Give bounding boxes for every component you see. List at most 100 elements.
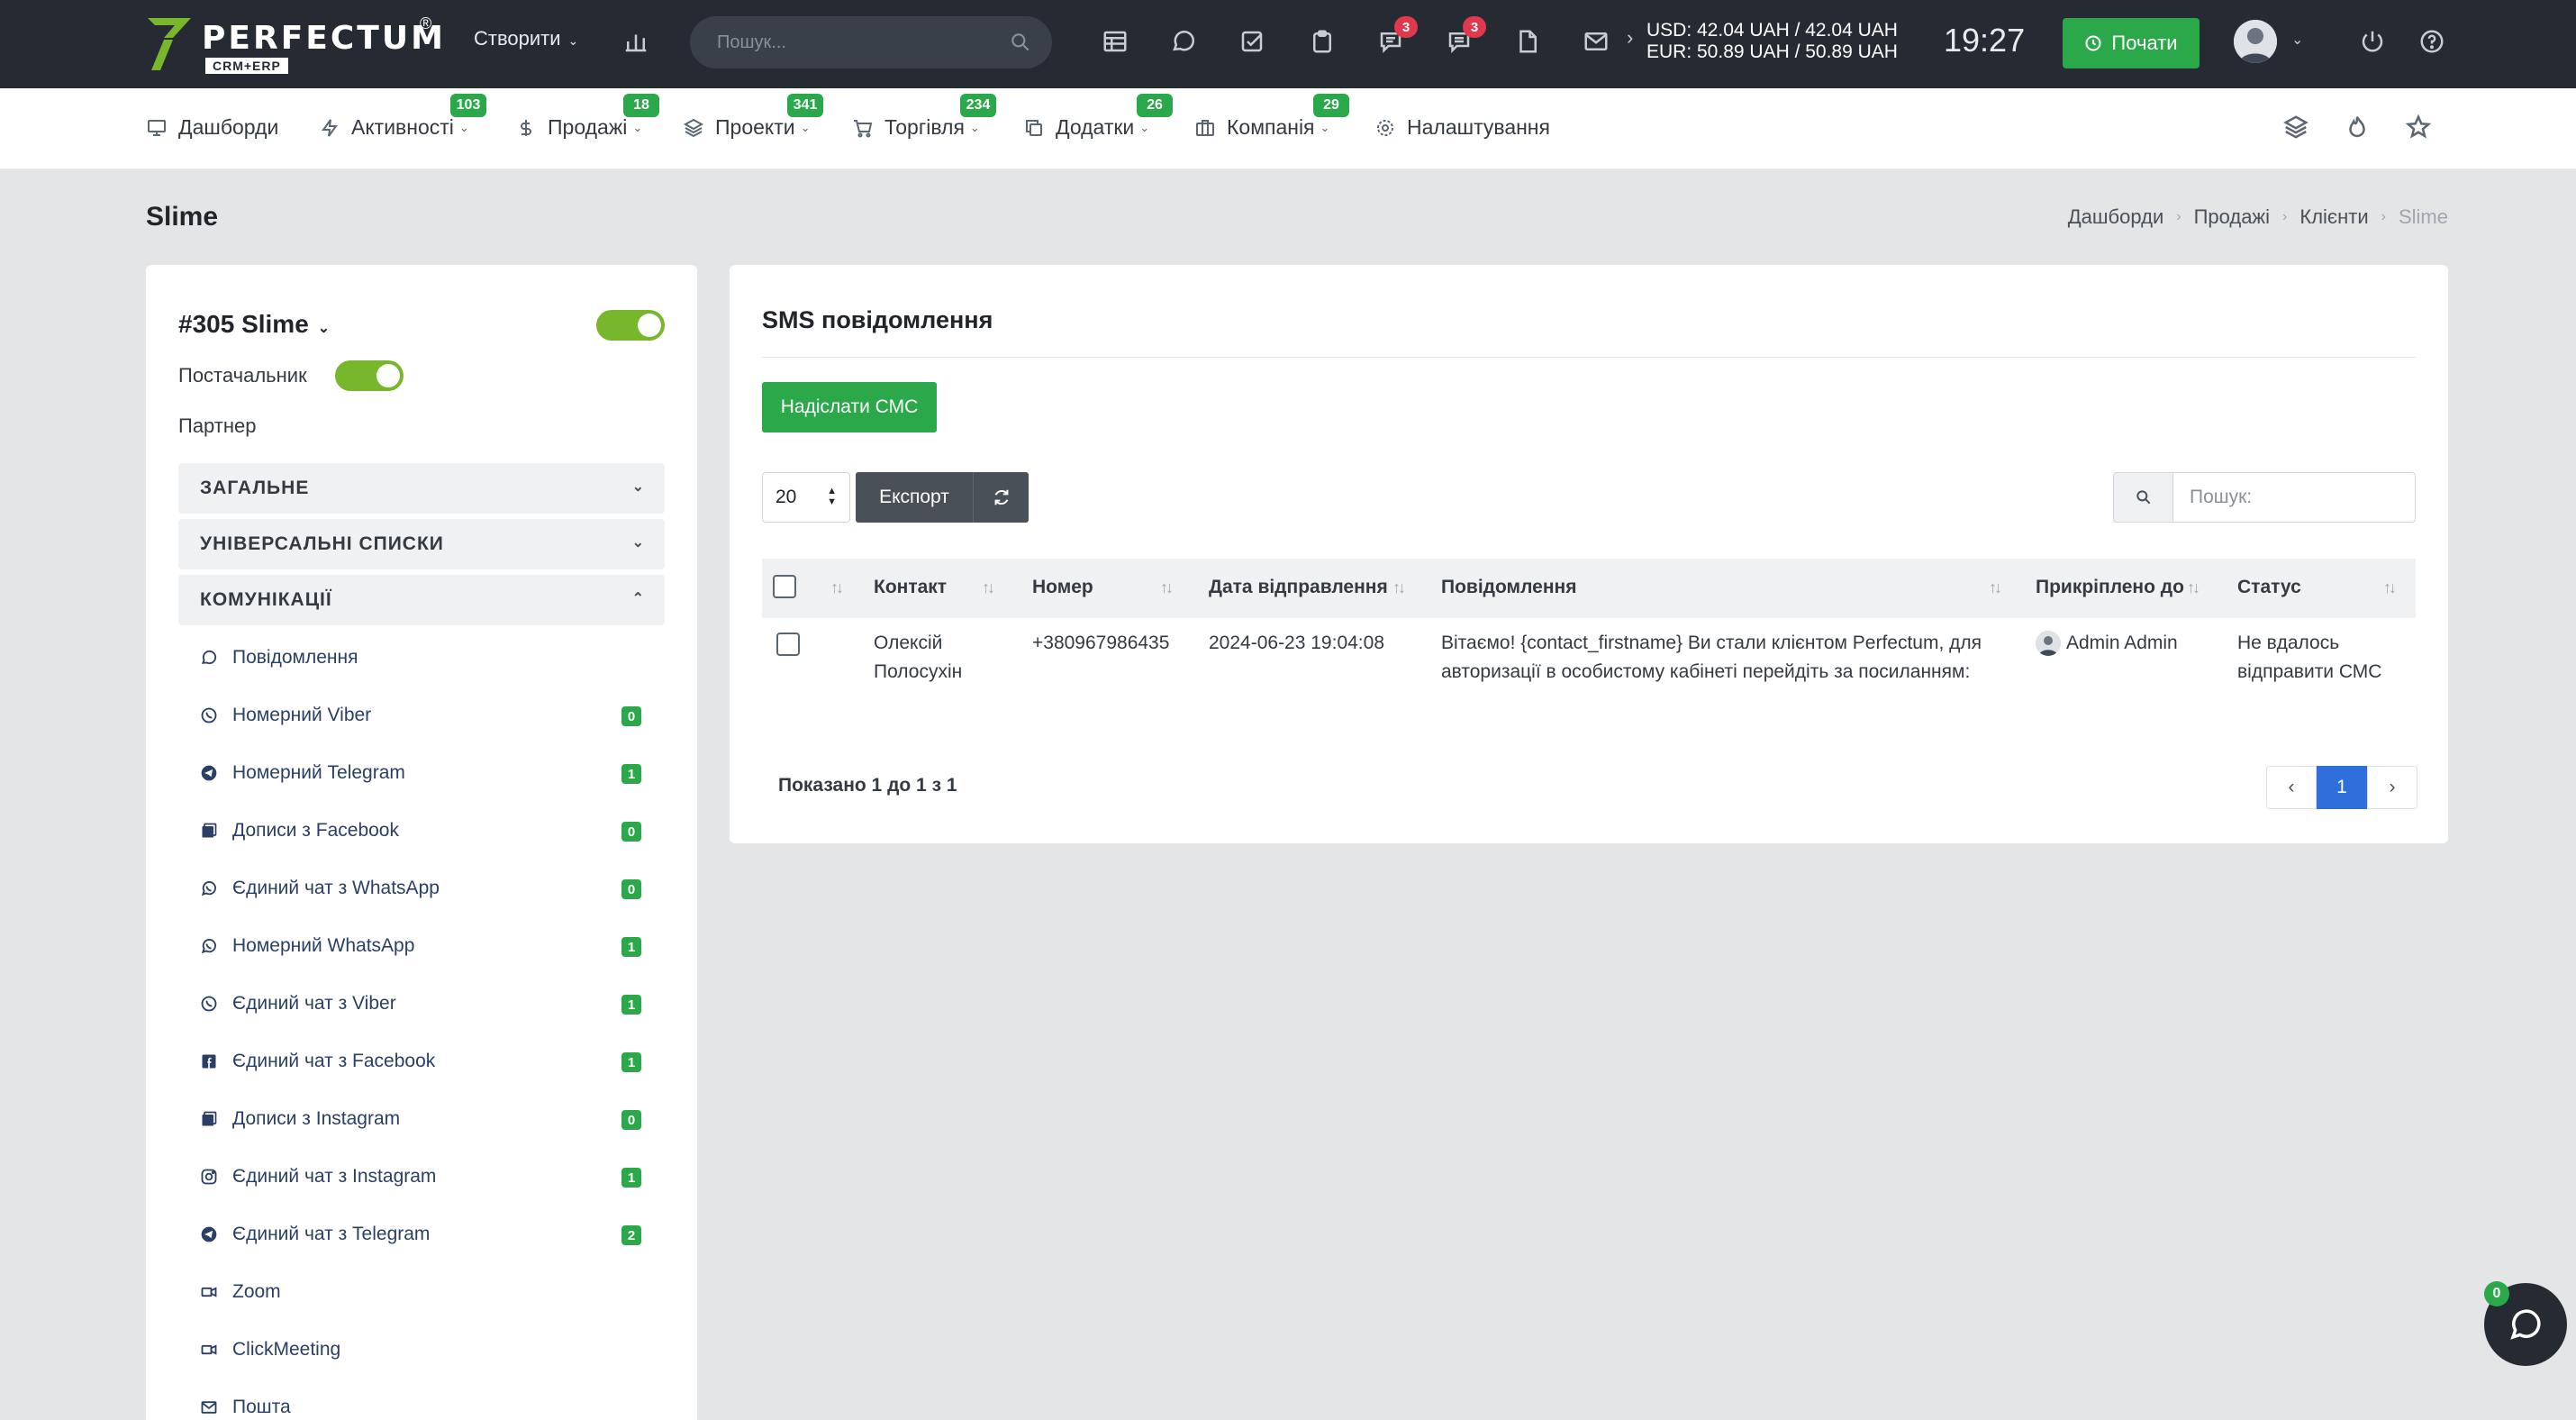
nav-item-dashboards[interactable]: Дашборди [146,115,278,140]
nav-item-trade[interactable]: Торгівля ⌄ 234 [852,94,996,140]
comm-item-mail[interactable]: Пошта [200,1388,632,1420]
star-icon[interactable] [2405,114,2432,141]
table-search-input[interactable] [2190,484,2397,511]
start-timer-button[interactable]: Почати [2063,18,2200,68]
breadcrumb-item[interactable]: Клієнти [2299,205,2368,229]
select-all-checkbox[interactable] [773,575,796,598]
partner-label: Партнер [178,414,257,437]
comm-item-facebook-posts[interactable]: Дописи з Facebook [200,811,632,851]
comm-item-telegram-chat[interactable]: Єдиний чат з Telegram [200,1215,632,1254]
breadcrumb-item[interactable]: Дашборди [2068,205,2163,229]
pagination-page[interactable]: 1 [2317,766,2367,809]
sort-icon[interactable]: ↑↓ [830,578,844,597]
chevron-down-icon: ⌄ [632,120,643,134]
comm-item-viber-chat[interactable]: Єдиний чат з Viber [200,984,632,1024]
select-arrows-icon: ▲ ▼ [827,486,837,507]
supplier-toggle[interactable] [335,360,404,391]
nav-item-addons[interactable]: Додатки ⌄ 26 [1023,94,1173,140]
comments-icon[interactable]: 3 [1374,16,1418,58]
comm-item-telegram-number[interactable]: Номерний Telegram [200,753,632,793]
page-size-select[interactable]: 20 ▲ ▼ [762,472,850,523]
whatsapp-icon [201,939,216,954]
supplier-label: Постачальник [178,364,307,387]
comm-item-whatsapp-number[interactable]: Номерний WhatsApp [200,926,632,966]
client-active-toggle[interactable] [596,310,665,341]
section-universal-lists[interactable]: УНІВЕРСАЛЬНІ СПИСКИ ⌄ [178,519,665,569]
start-timer-label: Почати [2111,32,2178,54]
section-communications[interactable]: КОМУНІКАЦІЇ ⌃ [178,575,665,625]
nav-item-settings[interactable]: Налаштування [1374,115,1550,140]
flame-icon[interactable] [2344,114,2371,141]
comm-item-whatsapp-chat[interactable]: Єдиний чат з WhatsApp [200,869,632,908]
refresh-button[interactable] [973,472,1029,523]
mail-icon[interactable] [1580,25,1612,58]
create-menu[interactable]: Створити ⌄ [474,27,578,50]
viber-icon [201,996,217,1012]
sort-icon[interactable]: ↑↓ [2383,578,2397,597]
pagination-prev[interactable]: ‹ [2266,766,2317,809]
user-menu-chevron-icon[interactable]: ⌄ [2291,31,2303,49]
tasks-icon[interactable] [1236,25,1268,58]
comm-item-viber-number[interactable]: Номерний Viber [200,696,632,735]
column-header-contact[interactable]: Контакт [874,577,947,598]
nav-item-company[interactable]: Компанія ⌄ 29 [1194,94,1349,140]
messages-icon[interactable]: 3 [1443,16,1486,58]
comm-item-label: Єдиний чат з WhatsApp [232,878,440,898]
client-name-dropdown[interactable]: #305 Slime ⌄ [178,310,330,339]
comm-item-facebook-chat[interactable]: Єдиний чат з Facebook [200,1042,632,1081]
comm-item-messages[interactable]: Повідомлення [200,638,632,678]
export-button[interactable]: Експорт [856,472,973,523]
chevron-up-icon: ⌃ [631,591,645,606]
comm-item-instagram-posts[interactable]: Дописи з Instagram [200,1099,632,1139]
sort-icon[interactable]: ↑↓ [1392,578,1406,597]
column-header-message[interactable]: Повідомлення [1441,577,1576,598]
section-general[interactable]: ЗАГАЛЬНЕ ⌄ [178,463,665,514]
chat-icon[interactable] [1167,25,1200,58]
help-icon[interactable] [2416,25,2448,58]
search-icon[interactable] [1009,31,1032,54]
comm-item-instagram-chat[interactable]: Єдиний чат з Instagram [200,1157,632,1197]
viber-icon [201,707,217,724]
table-icon[interactable] [1099,25,1131,58]
pagination-next[interactable]: › [2367,766,2417,809]
user-avatar[interactable] [2234,20,2277,63]
logo[interactable]: PERFECTUM ® CRM+ERP [146,14,443,74]
global-search-input[interactable] [717,29,987,56]
column-header-number[interactable]: Номер [1032,577,1093,598]
comm-item-label: Номерний Viber [232,705,372,725]
file-icon[interactable] [1511,25,1544,58]
breadcrumb-item[interactable]: Продажі [2194,205,2270,229]
cell-attached[interactable]: Admin Admin [2036,629,2178,658]
contact-last-name: Полосухін [874,661,963,682]
breadcrumb-separator-icon: › [2176,209,2181,224]
row-checkbox[interactable] [776,633,800,656]
posts-icon [202,823,217,838]
column-header-date[interactable]: Дата відправлення [1209,577,1388,598]
send-sms-button[interactable]: Надіслати СМС [762,382,937,432]
nav-item-projects[interactable]: Проекти ⌄ 341 [683,94,823,140]
logo-registered-mark: ® [420,14,432,32]
column-header-attached[interactable]: Прикріплено до [2036,577,2184,598]
nav-badge: 29 [1313,94,1349,117]
nav-item-sales[interactable]: Продажі ⌄ 18 [515,94,659,140]
power-icon[interactable] [2356,25,2389,58]
comm-item-zoom[interactable]: Zoom [200,1272,632,1312]
layers-icon[interactable] [2282,114,2309,141]
comm-item-clickmeeting[interactable]: ClickMeeting [200,1330,632,1370]
column-header-status[interactable]: Статус [2237,577,2301,598]
clipboard-icon[interactable] [1306,25,1338,58]
cell-contact[interactable]: Олексій Полосухін [874,629,962,687]
sort-icon[interactable]: ↑↓ [2187,578,2200,597]
table-search-button[interactable] [2114,473,2173,522]
sort-icon[interactable]: ↑↓ [982,578,995,597]
nav-item-activities[interactable]: Активності ⌄ 103 [319,94,486,140]
messages-badge: 3 [1463,16,1486,38]
chevron-right-icon[interactable]: › [1627,27,1633,49]
message-line: Вітаємо! {contact_firstname} Ви стали кл… [1441,633,1982,653]
video-icon [201,1287,217,1297]
sms-panel: SMS повідомлення Надіслати СМС 20 ▲ ▼ Екс… [730,265,2448,843]
stats-icon[interactable] [620,25,652,58]
gear-icon [1377,119,1393,136]
sort-icon[interactable]: ↑↓ [1989,578,2002,597]
sort-icon[interactable]: ↑↓ [1160,578,1174,597]
